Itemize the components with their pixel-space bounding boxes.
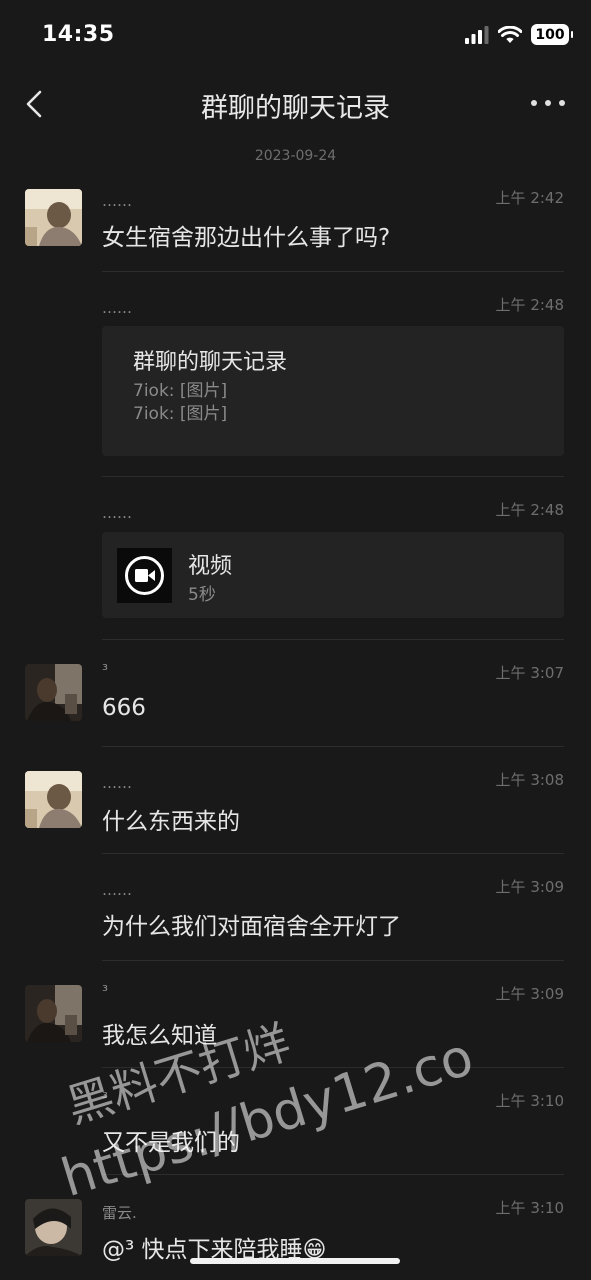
divider xyxy=(102,271,564,272)
message-item[interactable]: …… 上午 3:09 为什么我们对面宿舍全开灯了 xyxy=(0,869,591,961)
video-title: 视频 xyxy=(188,554,233,579)
message-time: 上午 3:09 xyxy=(495,985,564,1003)
status-bar: 14:35 100 xyxy=(0,0,591,70)
message-time: 上午 2:42 xyxy=(495,189,564,207)
avatar[interactable] xyxy=(25,985,82,1042)
message-text: 女生宿舍那边出什么事了吗? xyxy=(102,225,391,251)
message-item[interactable]: …… 上午 2:48 视频 5秒 xyxy=(0,492,591,640)
message-text: 666 xyxy=(102,695,146,721)
dot-icon xyxy=(545,100,551,106)
status-time: 14:35 xyxy=(42,22,115,47)
divider xyxy=(102,476,564,477)
sender-name: 雷云. xyxy=(102,1204,137,1222)
sender-name: ³ xyxy=(102,1089,109,1107)
wifi-icon xyxy=(498,25,522,43)
message-item[interactable]: …… 上午 2:48 群聊的聊天记录 7iok: [图片] 7iok: [图片] xyxy=(0,287,591,477)
divider xyxy=(102,746,564,747)
message-time: 上午 2:48 xyxy=(495,501,564,519)
signal-icon xyxy=(465,25,489,44)
divider xyxy=(102,1174,564,1175)
home-indicator xyxy=(190,1258,400,1264)
date-label: 2023-09-24 xyxy=(254,148,337,164)
message-text: 我怎么知道 xyxy=(102,1023,217,1049)
message-time: 上午 2:48 xyxy=(495,296,564,314)
sender-name: …… xyxy=(102,774,132,792)
battery-icon: 100 xyxy=(531,24,573,45)
message-time: 上午 3:08 xyxy=(495,771,564,789)
message-item[interactable]: 雷云. 上午 3:10 @³ 快点下来陪我睡😁 xyxy=(0,1190,591,1280)
divider xyxy=(102,1067,564,1068)
message-item[interactable]: ³ 上午 3:07 666 xyxy=(0,655,591,747)
more-button[interactable] xyxy=(531,90,565,116)
divider xyxy=(102,853,564,854)
message-item[interactable]: …… 上午 2:42 女生宿舍那边出什么事了吗? xyxy=(0,180,591,272)
card-line: 7iok: [图片] xyxy=(133,381,228,401)
message-text: 为什么我们对面宿舍全开灯了 xyxy=(102,914,401,940)
message-time: 上午 3:09 xyxy=(495,878,564,896)
avatar[interactable] xyxy=(25,664,82,721)
message-text: 什么东西来的 xyxy=(102,809,240,835)
sender-name: …… xyxy=(102,299,132,317)
status-icons: 100 xyxy=(465,24,573,45)
avatar[interactable] xyxy=(25,1199,82,1256)
divider xyxy=(102,639,564,640)
message-item[interactable]: …… 上午 3:08 什么东西来的 xyxy=(0,762,591,854)
page-title: 群聊的聊天记录 xyxy=(201,93,390,124)
card-line: 7iok: [图片] xyxy=(133,404,228,424)
sender-name: …… xyxy=(102,881,132,899)
dot-icon xyxy=(559,100,565,106)
video-card[interactable]: 视频 5秒 xyxy=(102,532,564,618)
message-text: 又不是我们的 xyxy=(102,1130,240,1156)
avatar[interactable] xyxy=(25,771,82,828)
sender-name: ³ xyxy=(102,661,109,679)
message-time: 上午 3:10 xyxy=(495,1092,564,1110)
message-time: 上午 3:07 xyxy=(495,664,564,682)
sender-name: ³ xyxy=(102,982,109,1000)
video-duration: 5秒 xyxy=(188,585,216,605)
message-time: 上午 3:10 xyxy=(495,1199,564,1217)
sender-name: …… xyxy=(102,504,132,522)
video-camera-icon xyxy=(125,556,164,595)
message-item[interactable]: ³ 上午 3:10 又不是我们的 xyxy=(0,1083,591,1175)
chat-record-card[interactable]: 群聊的聊天记录 7iok: [图片] 7iok: [图片] xyxy=(102,326,564,456)
sender-name: …… xyxy=(102,192,132,210)
card-title: 群聊的聊天记录 xyxy=(133,350,288,375)
nav-bar: 群聊的聊天记录 xyxy=(0,70,591,140)
dot-icon xyxy=(531,100,537,106)
divider xyxy=(102,960,564,961)
message-item[interactable]: ³ 上午 3:09 我怎么知道 xyxy=(0,976,591,1068)
video-thumbnail xyxy=(117,548,172,603)
avatar[interactable] xyxy=(25,189,82,246)
